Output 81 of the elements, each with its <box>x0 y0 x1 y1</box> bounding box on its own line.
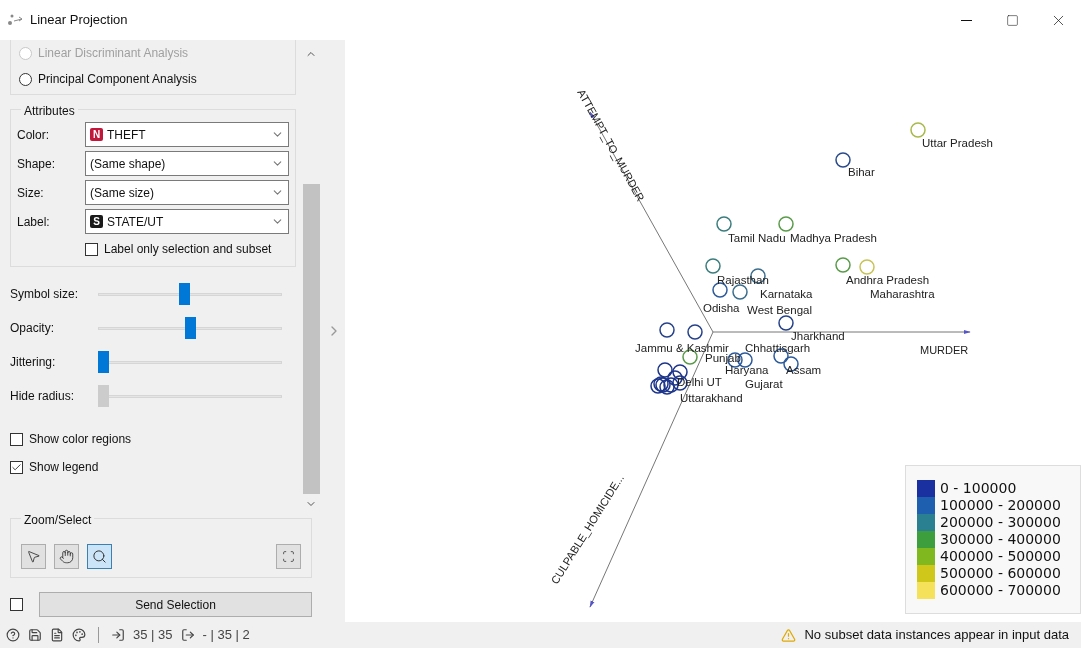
type-badge: S <box>90 215 103 228</box>
save-icon[interactable] <box>28 628 42 642</box>
warning-icon <box>781 627 797 643</box>
checkbox-label: Show legend <box>29 459 99 476</box>
scroll-thumb[interactable] <box>302 184 320 494</box>
window-title: Linear Projection <box>30 11 128 30</box>
combo-box[interactable]: N THEFT <box>85 122 289 147</box>
point-label: Chhattisgarh <box>745 342 811 354</box>
checkbox[interactable] <box>10 460 23 474</box>
status-message: No subset data instances appear in input data <box>804 626 1070 645</box>
maximize-icon <box>1005 13 1019 27</box>
point-label: Haryana <box>725 364 769 376</box>
send-selection-button[interactable]: Send Selection <box>39 592 312 617</box>
point-label: Madhya Pradesh <box>790 232 877 244</box>
slider-thumb[interactable] <box>184 317 196 339</box>
data-point <box>672 364 688 380</box>
legend-label: 400000 - 500000 <box>940 548 1061 565</box>
checkbox[interactable] <box>10 432 23 446</box>
fullscreen-icon <box>282 550 295 563</box>
field-label: Size: <box>17 184 45 202</box>
point-label: Jammu & Kashmir <box>635 342 729 354</box>
point-label: Uttar Pradesh <box>922 137 993 149</box>
tool-button[interactable] <box>21 544 46 569</box>
slider[interactable] <box>98 351 282 373</box>
combo-box[interactable]: S STATE/UT <box>85 209 289 234</box>
field-label: Color: <box>17 126 50 144</box>
app-icon <box>6 13 24 27</box>
minimize-icon <box>960 19 972 21</box>
legend-label: 200000 - 300000 <box>940 514 1061 531</box>
checkbox-label: Label only selection and subset <box>104 241 272 258</box>
legend-label: 100000 - 200000 <box>940 497 1061 514</box>
point-label: Gujarat <box>745 378 783 390</box>
point-label: West Bengal <box>747 304 812 316</box>
tool-button[interactable] <box>54 544 79 569</box>
type-badge: N <box>90 128 103 141</box>
point-label: Maharashtra <box>870 288 935 300</box>
slider-thumb[interactable] <box>179 283 191 305</box>
report-icon[interactable] <box>50 628 64 642</box>
axis-label: MURDER <box>920 344 969 356</box>
legend-label: 0 - 100000 <box>940 480 1017 497</box>
point-label: Andhra Pradesh <box>846 274 930 286</box>
palette-icon[interactable] <box>72 628 86 642</box>
point-label: Odisha <box>703 302 740 314</box>
point-label: Tamil Nadu <box>728 232 786 244</box>
combo-box[interactable]: (Same shape) <box>85 151 289 176</box>
output-icon <box>180 628 195 642</box>
input-count: 35 | 35 <box>133 626 173 645</box>
point-label: Bihar <box>848 166 875 178</box>
checkbox-label: Show color regions <box>29 431 132 448</box>
slider-label: Jittering: <box>10 354 57 371</box>
point-label: Jharkhand <box>791 330 845 342</box>
data-point <box>659 379 675 395</box>
reset-zoom-button[interactable] <box>276 544 301 569</box>
data-point <box>663 377 679 393</box>
slider-label: Hide radius: <box>10 388 76 405</box>
slider[interactable] <box>98 385 282 407</box>
field-label: Label: <box>17 213 51 231</box>
point-label: Assam <box>786 364 822 376</box>
point-label: Karnataka <box>760 288 813 300</box>
input-icon <box>111 628 125 642</box>
slider-thumb[interactable] <box>98 351 109 373</box>
checkbox[interactable] <box>10 598 23 611</box>
data-point <box>657 362 673 378</box>
hand-icon <box>59 549 74 564</box>
point-label: Uttarakhand <box>680 392 743 404</box>
legend-label: 600000 - 700000 <box>940 582 1061 599</box>
radio-option[interactable]: Principal Component Analysis <box>19 66 287 92</box>
output-count: - | 35 | 2 <box>202 626 250 645</box>
slider[interactable] <box>98 317 282 339</box>
slider[interactable] <box>98 283 282 305</box>
help-icon[interactable] <box>6 628 20 642</box>
combo-box[interactable]: (Same size) <box>85 180 289 205</box>
legend-label: 500000 - 600000 <box>940 565 1061 582</box>
search-icon <box>92 549 107 564</box>
field-label: Shape: <box>17 155 57 173</box>
tool-button[interactable] <box>87 544 112 569</box>
slider-label: Opacity: <box>10 320 55 337</box>
legend-label: 300000 - 400000 <box>940 531 1061 548</box>
pointer-icon <box>26 549 41 564</box>
checkbox[interactable] <box>85 242 98 256</box>
slider-label: Symbol size: <box>10 286 80 303</box>
